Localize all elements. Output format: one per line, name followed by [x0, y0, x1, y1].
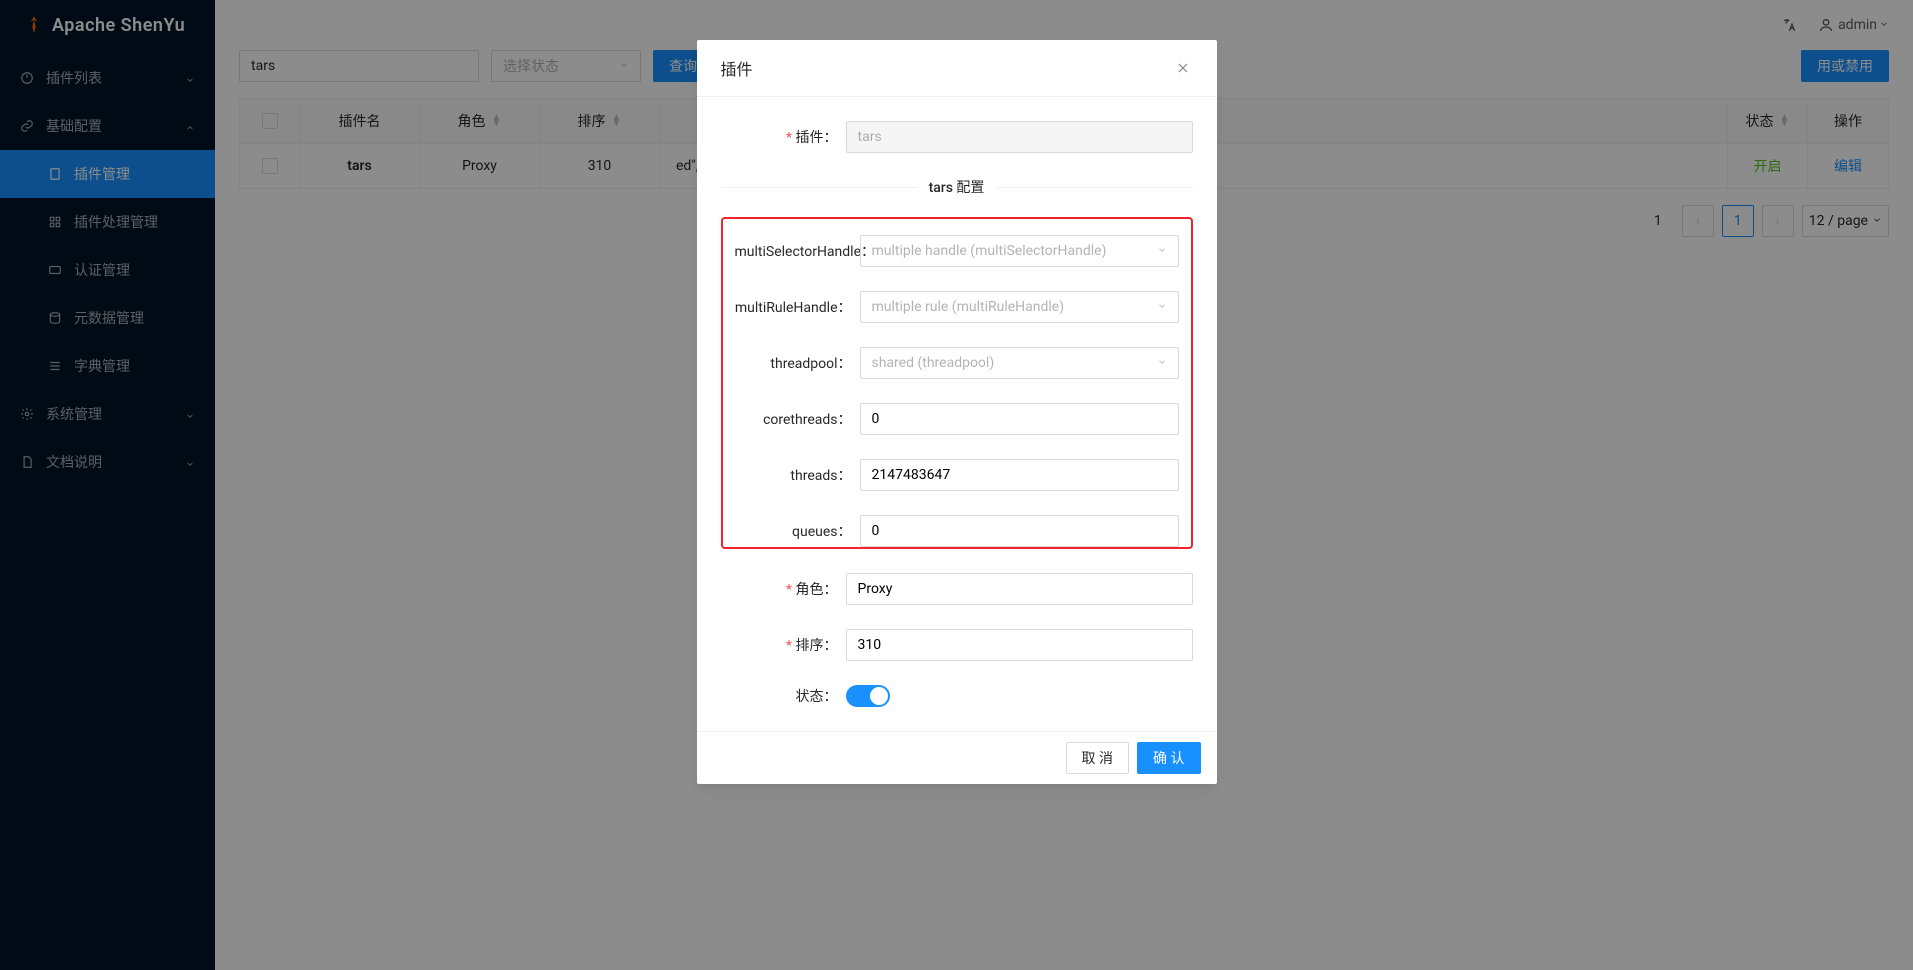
plugin-input	[846, 121, 1193, 153]
sort-label: 排序：	[721, 635, 846, 655]
cancel-button[interactable]: 取 消	[1066, 742, 1129, 774]
chevron-down-icon	[1157, 355, 1167, 371]
config-highlight: multiSelectorHandle： multiple handle (mu…	[721, 217, 1193, 549]
plugin-label: 插件：	[721, 127, 846, 147]
threadpool-label: threadpool：	[735, 353, 860, 373]
close-icon[interactable]	[1173, 58, 1193, 78]
chevron-down-icon	[1157, 299, 1167, 315]
corethreads-input[interactable]	[860, 403, 1179, 435]
queues-label: queues：	[735, 521, 860, 541]
corethreads-label: corethreads：	[735, 409, 860, 429]
multirule-label: multiRuleHandle：	[735, 297, 860, 317]
modal-overlay: 插件 插件： tars 配置 multiSelectorHandle： mult…	[0, 0, 1913, 970]
modal-footer: 取 消 确 认	[697, 731, 1217, 784]
modal-title: 插件	[721, 56, 753, 80]
chevron-down-icon	[1157, 243, 1167, 259]
modal-header: 插件	[697, 40, 1217, 97]
threadpool-select[interactable]: shared (threadpool)	[860, 347, 1179, 379]
threads-label: threads：	[735, 465, 860, 485]
status-switch[interactable]	[846, 685, 890, 707]
sort-input[interactable]	[846, 629, 1193, 661]
plugin-modal: 插件 插件： tars 配置 multiSelectorHandle： mult…	[697, 40, 1217, 784]
queues-input[interactable]	[860, 515, 1179, 547]
fieldset-title-wrap: tars 配置	[721, 177, 1193, 197]
multiselector-label: multiSelectorHandle：	[735, 241, 860, 261]
role-label: 角色：	[721, 579, 846, 599]
multiselector-select[interactable]: multiple handle (multiSelectorHandle)	[860, 235, 1179, 267]
role-input[interactable]	[846, 573, 1193, 605]
confirm-button[interactable]: 确 认	[1137, 742, 1200, 774]
threads-input[interactable]	[860, 459, 1179, 491]
modal-body: 插件： tars 配置 multiSelectorHandle： multipl…	[697, 97, 1217, 731]
multirule-select[interactable]: multiple rule (multiRuleHandle)	[860, 291, 1179, 323]
fieldset-title: tars 配置	[917, 177, 997, 197]
status-label: 状态：	[721, 686, 846, 706]
